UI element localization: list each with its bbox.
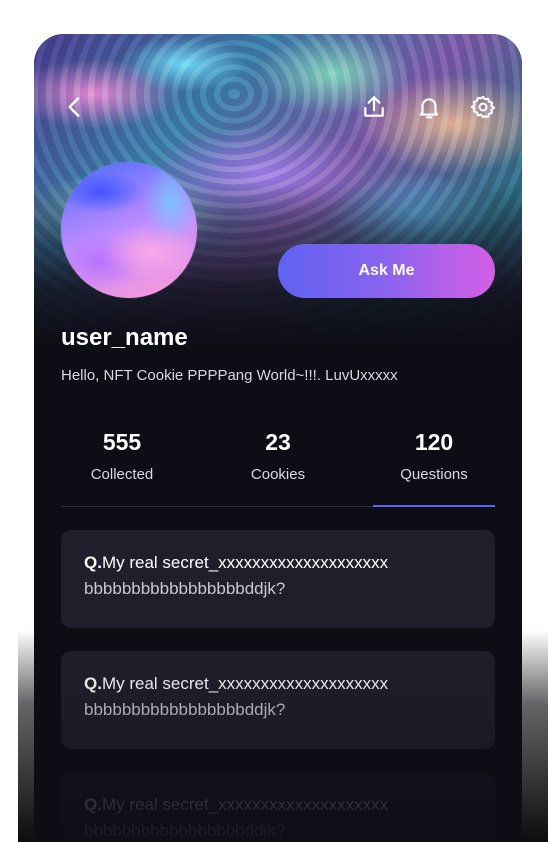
bio-text: Hello, NFT Cookie PPPPang World~!!!. Luv… <box>61 367 398 384</box>
ask-me-button[interactable]: Ask Me <box>278 244 495 298</box>
stat-label: Cookies <box>250 466 306 483</box>
question-card[interactable]: Q.My real secret_xxxxxxxxxxxxxxxxxxxx bb… <box>61 530 495 628</box>
question-line-1: My real secret_xxxxxxxxxxxxxxxxxxxx <box>101 674 389 693</box>
stat-label: Questions <box>400 466 468 483</box>
question-line-2: bbbbbbbbbbbbbbbbbddjk? <box>84 821 286 840</box>
question-text: Q.My real secret_xxxxxxxxxxxxxxxxxxxx bb… <box>84 550 484 602</box>
chevron-left-icon <box>68 97 80 117</box>
question-line-1: My real secret_xxxxxxxxxxxxxxxxxxxx <box>101 795 389 814</box>
question-card[interactable]: Q.My real secret_xxxxxxxxxxxxxxxxxxxx bb… <box>61 772 495 842</box>
stat-collected[interactable]: 555 Collected <box>61 428 183 502</box>
notification-button[interactable] <box>414 92 444 122</box>
settings-button[interactable] <box>468 92 498 122</box>
question-prefix: Q. <box>84 674 102 693</box>
stat-value: 555 <box>102 429 142 455</box>
active-tab-indicator <box>373 505 495 507</box>
question-card[interactable]: Q.My real secret_xxxxxxxxxxxxxxxxxxxx bb… <box>61 651 495 749</box>
question-prefix: Q. <box>84 795 102 814</box>
share-upload-icon <box>364 96 384 117</box>
gear-icon <box>470 95 496 119</box>
question-text: Q.My real secret_xxxxxxxxxxxxxxxxxxxx bb… <box>84 671 484 723</box>
bell-icon <box>419 98 439 119</box>
question-line-2: bbbbbbbbbbbbbbbbbddjk? <box>84 579 286 598</box>
stat-cookies[interactable]: 23 Cookies <box>217 428 339 502</box>
stats-tabs: 555 Collected 23 Cookies 120 Questions <box>61 428 495 506</box>
back-button[interactable] <box>60 92 90 122</box>
question-prefix: Q. <box>84 553 102 572</box>
question-line-1: My real secret_xxxxxxxxxxxxxxxxxxxx <box>101 553 389 572</box>
stat-value: 120 <box>414 429 454 455</box>
stat-label: Collected <box>90 466 154 483</box>
question-text: Q.My real secret_xxxxxxxxxxxxxxxxxxxx bb… <box>84 792 484 842</box>
username: user_name <box>61 324 188 351</box>
question-line-2: bbbbbbbbbbbbbbbbbddjk? <box>84 700 286 719</box>
share-button[interactable] <box>359 92 389 122</box>
profile-screen: Ask Me user_name Hello, NFT Cookie PPPPa… <box>34 34 522 842</box>
stat-value: 23 <box>265 429 291 455</box>
avatar[interactable] <box>61 162 197 298</box>
stat-questions[interactable]: 120 Questions <box>373 428 495 502</box>
